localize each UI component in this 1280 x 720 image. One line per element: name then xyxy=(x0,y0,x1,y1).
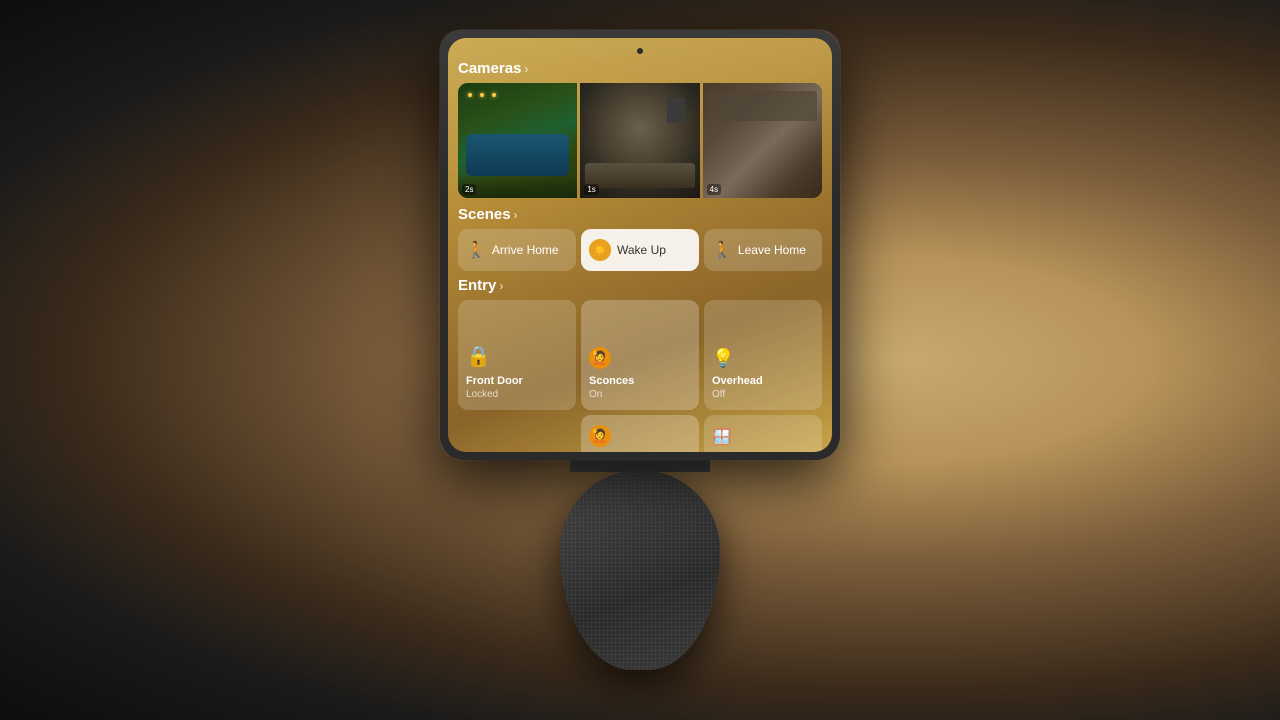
ipad-screen: Cameras › 2s xyxy=(448,38,832,452)
camera-feed-driveway[interactable]: 1s xyxy=(580,83,699,198)
overhead-status: Off xyxy=(712,389,725,400)
sconces-icon: 🙋 xyxy=(589,347,611,369)
lock-icon: 🔒 xyxy=(466,344,491,369)
device-overhead[interactable]: 💡 Overhead Off xyxy=(704,300,822,410)
leave-home-label: Leave Home xyxy=(738,243,806,257)
camera-timestamp-pool: 2s xyxy=(462,184,476,195)
device-pendant[interactable]: 🙋 Pendant 25% xyxy=(581,415,699,452)
wake-up-icon-wrap: ☀️ xyxy=(589,239,611,261)
cameras-header[interactable]: Cameras › xyxy=(458,60,822,77)
overhead-name: Overhead xyxy=(712,375,763,387)
sconces-status: On xyxy=(589,389,602,400)
entry-section: Entry › 🔒 Front Door Locked 🙋 Sconces On xyxy=(458,277,822,452)
device-container: Cameras › 2s xyxy=(440,30,840,690)
scenes-section: Scenes › 🚶 Arrive Home ☀️ Wake Up xyxy=(458,206,822,271)
arrive-home-label: Arrive Home xyxy=(492,243,559,257)
cameras-grid: 2s 1s 4s xyxy=(458,83,822,198)
device-sconces[interactable]: 🙋 Sconces On xyxy=(581,300,699,410)
wake-up-label: Wake Up xyxy=(617,243,666,257)
arrive-home-icon: 🚶 xyxy=(466,240,486,260)
front-camera xyxy=(637,48,643,54)
pendant-icon: 🙋 xyxy=(589,425,611,447)
homepod-speaker xyxy=(540,440,740,690)
leave-home-icon: 🚶 xyxy=(712,240,732,260)
scenes-title: Scenes xyxy=(458,206,511,223)
front-door-name: Front Door xyxy=(466,375,523,387)
cameras-title: Cameras xyxy=(458,60,521,77)
shades-icon: 🪟 xyxy=(712,427,732,447)
camera-feed-pool[interactable]: 2s xyxy=(458,83,577,198)
device-front-door[interactable]: 🔒 Front Door Locked xyxy=(458,300,576,410)
scenes-header[interactable]: Scenes › xyxy=(458,206,822,223)
sconces-name: Sconces xyxy=(589,375,634,387)
scenes-grid: 🚶 Arrive Home ☀️ Wake Up 🚶 Leave Home xyxy=(458,229,822,271)
scenes-chevron: › xyxy=(514,208,518,222)
overhead-icon: 💡 xyxy=(712,348,734,369)
entry-title: Entry xyxy=(458,277,496,294)
scene-wake-up[interactable]: ☀️ Wake Up xyxy=(581,229,699,271)
cameras-chevron: › xyxy=(524,62,528,76)
entry-chevron: › xyxy=(499,279,503,293)
device-shades[interactable]: 🪟 Shades Closed xyxy=(704,415,822,452)
scene-arrive-home[interactable]: 🚶 Arrive Home xyxy=(458,229,576,271)
camera-timestamp-driveway: 1s xyxy=(584,184,598,195)
camera-feed-porch[interactable]: 4s xyxy=(703,83,822,198)
entry-grid: 🔒 Front Door Locked 🙋 Sconces On 💡 Overh… xyxy=(458,300,822,452)
camera-timestamp-porch: 4s xyxy=(707,184,721,195)
entry-header[interactable]: Entry › xyxy=(458,277,822,294)
homepod-mesh xyxy=(560,470,720,670)
scene-leave-home[interactable]: 🚶 Leave Home xyxy=(704,229,822,271)
ipad-frame: Cameras › 2s xyxy=(440,30,840,460)
front-door-status: Locked xyxy=(466,389,498,400)
homepod-body xyxy=(560,470,720,670)
